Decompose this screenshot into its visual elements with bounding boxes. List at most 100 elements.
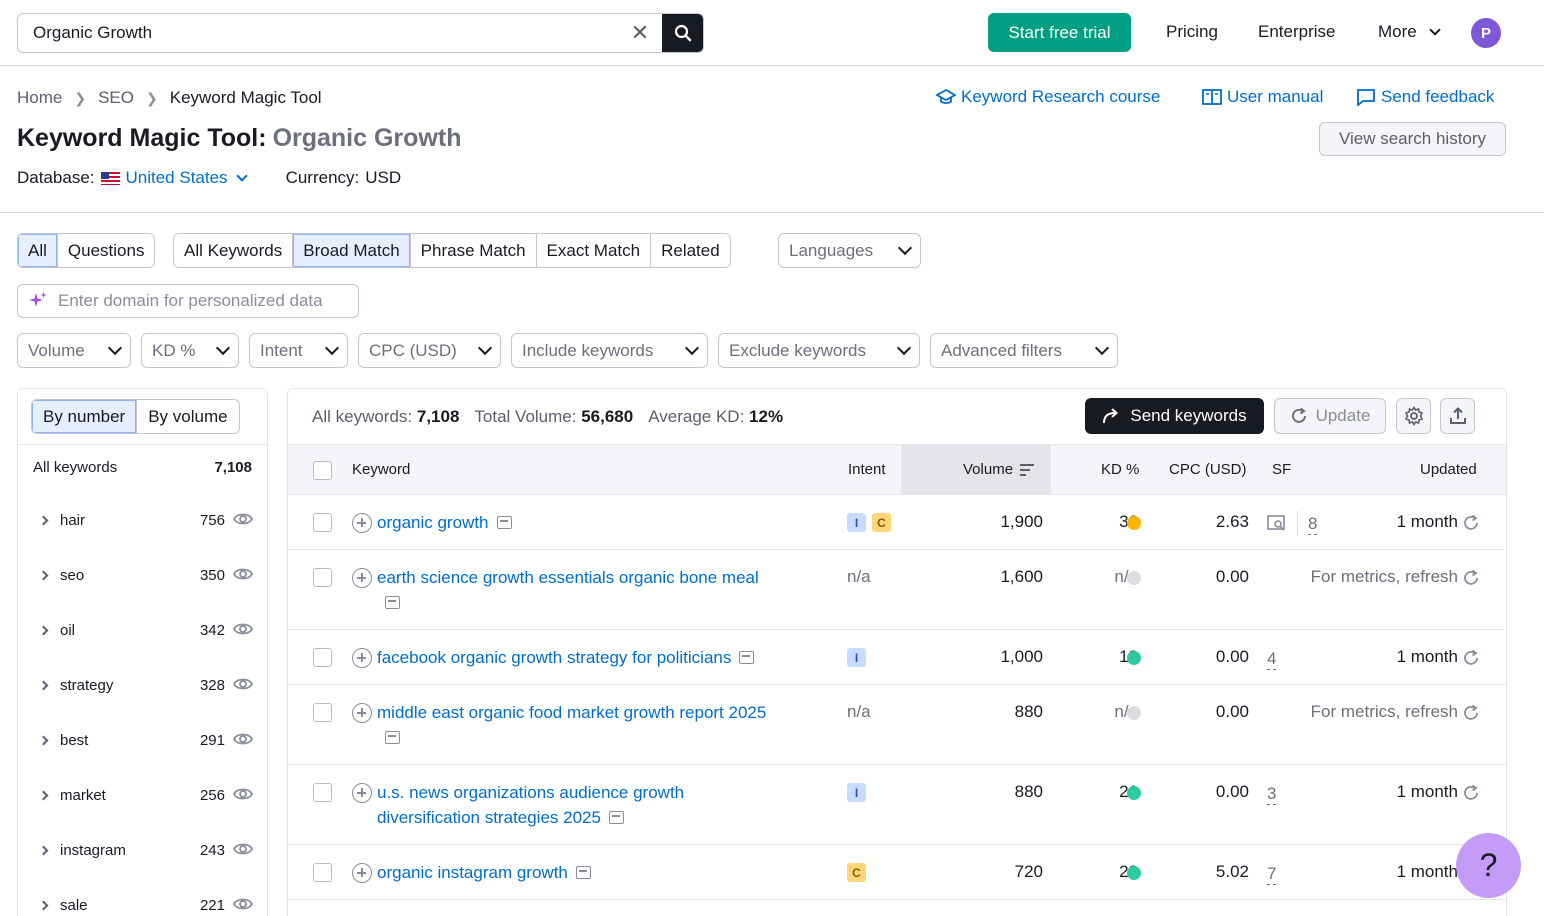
keyword-group-item[interactable]: hair 756	[18, 493, 267, 548]
chevron-right-icon[interactable]	[38, 900, 49, 911]
eye-icon[interactable]	[233, 511, 253, 527]
help-button[interactable]: ?	[1456, 833, 1521, 898]
breadcrumb-seo[interactable]: SEO	[98, 88, 134, 108]
row-checkbox[interactable]	[313, 703, 332, 722]
all-keywords-row[interactable]: All keywords 7,108	[33, 459, 252, 476]
row-checkbox[interactable]	[313, 648, 332, 667]
refresh-icon[interactable]	[1462, 784, 1480, 802]
clear-icon[interactable]: ✕	[618, 14, 662, 52]
keyword-link[interactable]: organic instagram growth	[377, 860, 591, 885]
serp-icon[interactable]	[385, 596, 400, 609]
eye-icon[interactable]	[233, 621, 253, 637]
chevron-right-icon[interactable]	[38, 790, 49, 801]
add-to-list-icon[interactable]	[352, 703, 372, 723]
intent-filter[interactable]: Intent	[249, 333, 348, 368]
tab-questions[interactable]: Questions	[57, 234, 155, 267]
tab-all-keywords[interactable]: All Keywords	[174, 234, 294, 267]
chevron-right-icon[interactable]	[38, 570, 49, 581]
nav-pricing[interactable]: Pricing	[1166, 22, 1218, 42]
eye-icon[interactable]	[233, 896, 253, 912]
add-to-list-icon[interactable]	[352, 783, 372, 803]
row-checkbox[interactable]	[313, 568, 332, 587]
chevron-right-icon[interactable]	[38, 515, 49, 526]
row-checkbox[interactable]	[313, 783, 332, 802]
sf-count[interactable]: 4	[1267, 649, 1277, 670]
column-volume[interactable]: Volume	[963, 461, 1035, 478]
keyword-research-course-link[interactable]: Keyword Research course	[936, 87, 1160, 107]
view-search-history-button[interactable]: View search history	[1319, 122, 1506, 156]
cpc-filter[interactable]: CPC (USD)	[358, 333, 501, 368]
tab-exact-match[interactable]: Exact Match	[536, 234, 652, 267]
tab-broad-match[interactable]: Broad Match	[293, 234, 411, 267]
add-to-list-icon[interactable]	[352, 513, 372, 533]
search-button[interactable]	[662, 14, 703, 52]
refresh-icon[interactable]	[1462, 704, 1480, 722]
exclude-keywords-filter[interactable]: Exclude keywords	[718, 333, 920, 368]
sf-count[interactable]: 8	[1308, 514, 1318, 535]
row-checkbox[interactable]	[313, 863, 332, 882]
nav-more[interactable]: More	[1378, 22, 1441, 42]
keyword-group-item[interactable]: oil 342	[18, 603, 267, 658]
keyword-link[interactable]: u.s. news organizations audience growth …	[377, 780, 727, 830]
include-keywords-filter[interactable]: Include keywords	[511, 333, 708, 368]
keyword-link[interactable]: earth science growth essentials organic …	[377, 565, 767, 615]
keyword-link[interactable]: middle east organic food market growth r…	[377, 700, 777, 750]
sf-count[interactable]: 3	[1267, 784, 1277, 805]
add-to-list-icon[interactable]	[352, 568, 372, 588]
chevron-right-icon[interactable]	[38, 845, 49, 856]
settings-button[interactable]	[1396, 398, 1431, 434]
tab-phrase-match[interactable]: Phrase Match	[410, 234, 537, 267]
column-kd[interactable]: KD %	[1101, 461, 1139, 478]
serp-icon[interactable]	[385, 731, 400, 744]
eye-icon[interactable]	[233, 841, 253, 857]
keyword-link[interactable]: facebook organic growth strategy for pol…	[377, 645, 755, 670]
chevron-right-icon[interactable]	[38, 625, 49, 636]
eye-icon[interactable]	[233, 786, 253, 802]
refresh-icon[interactable]	[1462, 569, 1480, 587]
eye-icon[interactable]	[233, 566, 253, 582]
eye-icon[interactable]	[233, 731, 253, 747]
chevron-right-icon[interactable]	[38, 735, 49, 746]
serp-icon[interactable]	[739, 651, 755, 664]
export-button[interactable]	[1440, 398, 1475, 434]
keyword-group-item[interactable]: sale 221	[18, 878, 267, 916]
select-all-checkbox[interactable]	[313, 461, 332, 480]
chevron-right-icon[interactable]	[38, 680, 49, 691]
keyword-group-item[interactable]: strategy 328	[18, 658, 267, 713]
by-volume-toggle[interactable]: By volume	[137, 400, 238, 433]
sf-count[interactable]: 7	[1267, 864, 1277, 885]
column-cpc[interactable]: CPC (USD)	[1169, 461, 1247, 478]
keyword-group-item[interactable]: market 256	[18, 768, 267, 823]
start-free-trial-button[interactable]: Start free trial	[988, 13, 1131, 52]
refresh-icon[interactable]	[1462, 514, 1480, 532]
serp-icon[interactable]	[496, 516, 512, 529]
keyword-link[interactable]: organic growth	[377, 510, 512, 535]
add-to-list-icon[interactable]	[352, 648, 372, 668]
column-keyword[interactable]: Keyword	[352, 461, 410, 478]
serp-icon[interactable]	[575, 866, 591, 879]
row-checkbox[interactable]	[313, 513, 332, 532]
volume-filter[interactable]: Volume	[17, 333, 131, 368]
by-number-toggle[interactable]: By number	[32, 400, 138, 433]
languages-dropdown[interactable]: Languages	[778, 233, 921, 268]
refresh-icon[interactable]	[1462, 649, 1480, 667]
avatar[interactable]: P	[1471, 18, 1501, 48]
keyword-group-item[interactable]: seo 350	[18, 548, 267, 603]
column-updated[interactable]: Updated	[1420, 461, 1477, 478]
database-selector[interactable]: United States	[100, 168, 248, 188]
add-to-list-icon[interactable]	[352, 863, 372, 883]
domain-input[interactable]	[58, 291, 348, 311]
column-sf[interactable]: SF	[1272, 461, 1291, 478]
kd-filter[interactable]: KD %	[141, 333, 239, 368]
send-feedback-link[interactable]: Send feedback	[1356, 87, 1494, 107]
keyword-group-item[interactable]: instagram 243	[18, 823, 267, 878]
search-input[interactable]	[18, 14, 618, 52]
nav-enterprise[interactable]: Enterprise	[1258, 22, 1335, 42]
tab-related[interactable]: Related	[651, 234, 730, 267]
column-intent[interactable]: Intent	[848, 461, 886, 478]
serp-icon[interactable]	[608, 811, 624, 824]
send-keywords-button[interactable]: Send keywords	[1085, 398, 1264, 434]
tab-all[interactable]: All	[18, 234, 58, 267]
user-manual-link[interactable]: User manual	[1202, 87, 1323, 107]
eye-icon[interactable]	[233, 676, 253, 692]
